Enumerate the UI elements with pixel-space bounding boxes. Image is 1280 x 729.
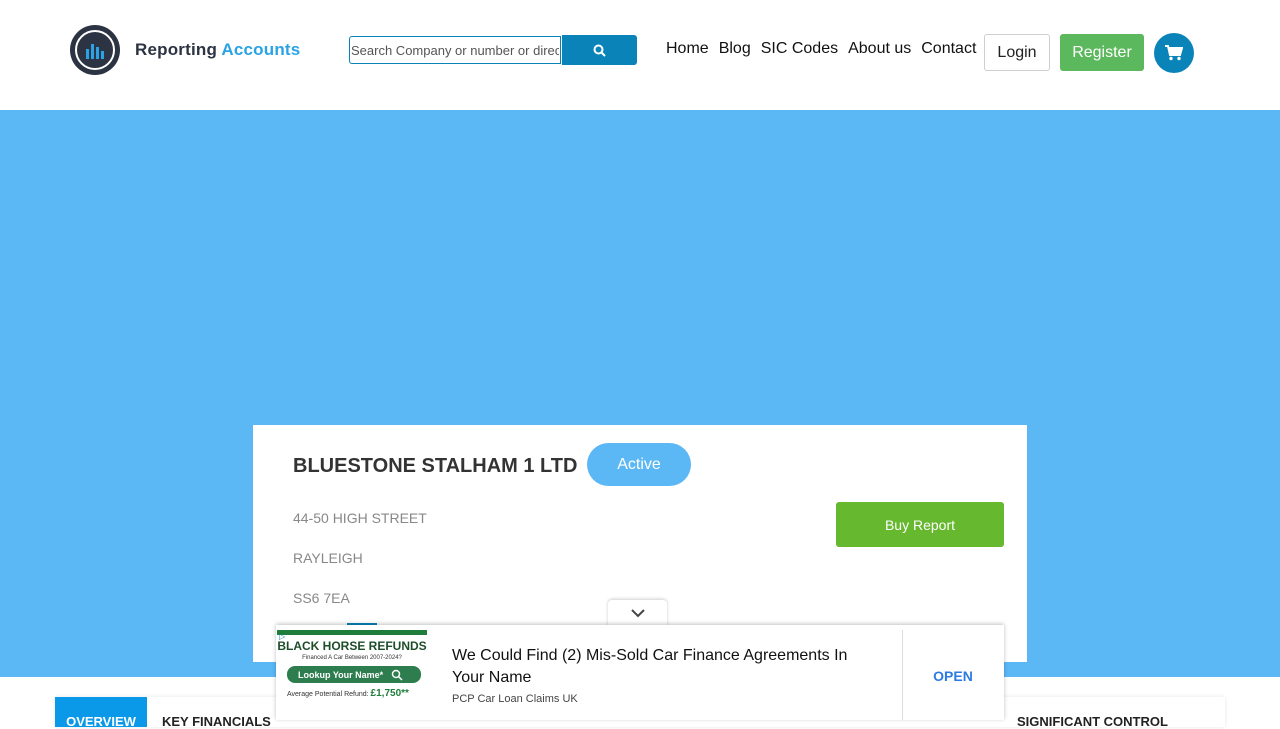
ad-image[interactable]: ▷ BLACK HORSE REFUNDS Financed A Car Bet… [277,630,427,720]
ad-sub: Financed A Car Between 2007-2024? [302,655,402,661]
shopping-cart-icon [1165,45,1183,61]
register-button[interactable]: Register [1060,34,1144,71]
address-postcode: SS6 7EA [293,590,350,606]
cart-button[interactable] [1154,33,1194,73]
chevron-down-icon [630,609,645,618]
ad-advertiser: PCP Car Loan Claims UK [452,693,578,705]
tab-key-financials[interactable]: KEY FINANCIALS [162,697,271,729]
ad-open-button[interactable]: OPEN [902,668,1004,684]
buy-report-button[interactable]: Buy Report [836,502,1004,547]
address-line-1: 44-50 HIGH STREET [293,510,427,526]
main-nav: Home Blog SIC Codes About us Contact [666,40,986,58]
login-button[interactable]: Login [984,34,1050,71]
company-name: BLUESTONE STALHAM 1 LTD [293,455,578,477]
ad-info-icon[interactable]: ▷ [279,632,285,641]
status-badge: Active [587,443,691,486]
search-icon [593,44,606,57]
logo-chart-icon [70,25,120,75]
tab-overview[interactable]: OVERVIEW [55,697,147,729]
nav-contact[interactable]: Contact [921,40,976,58]
ad-banner[interactable]: ▷ BLACK HORSE REFUNDS Financed A Car Bet… [276,625,1004,720]
search-input[interactable] [349,36,561,64]
logo-text: Reporting Accounts [135,40,301,59]
nav-sic-codes[interactable]: SIC Codes [761,40,838,58]
search-button[interactable] [562,35,637,65]
nav-home[interactable]: Home [666,40,709,58]
nav-about-us[interactable]: About us [848,40,911,58]
ad-collapse-button[interactable] [608,600,667,626]
ad-brand: BLACK HORSE REFUNDS [277,639,427,653]
ad-refund: Average Potential Refund: £1,750** [287,688,409,699]
tab-significant-control[interactable]: SIGNIFICANT CONTROL [1017,697,1168,729]
nav-blog[interactable]: Blog [719,40,751,58]
search-icon [391,669,403,681]
site-header: Reporting Accounts Home Blog SIC Codes A… [0,0,1280,110]
address-line-2: RAYLEIGH [293,550,363,566]
ad-headline[interactable]: We Could Find (2) Mis-Sold Car Finance A… [452,645,872,689]
site-logo[interactable]: Reporting Accounts [70,25,300,75]
ad-lookup-button[interactable]: Lookup Your Name* [287,666,421,683]
